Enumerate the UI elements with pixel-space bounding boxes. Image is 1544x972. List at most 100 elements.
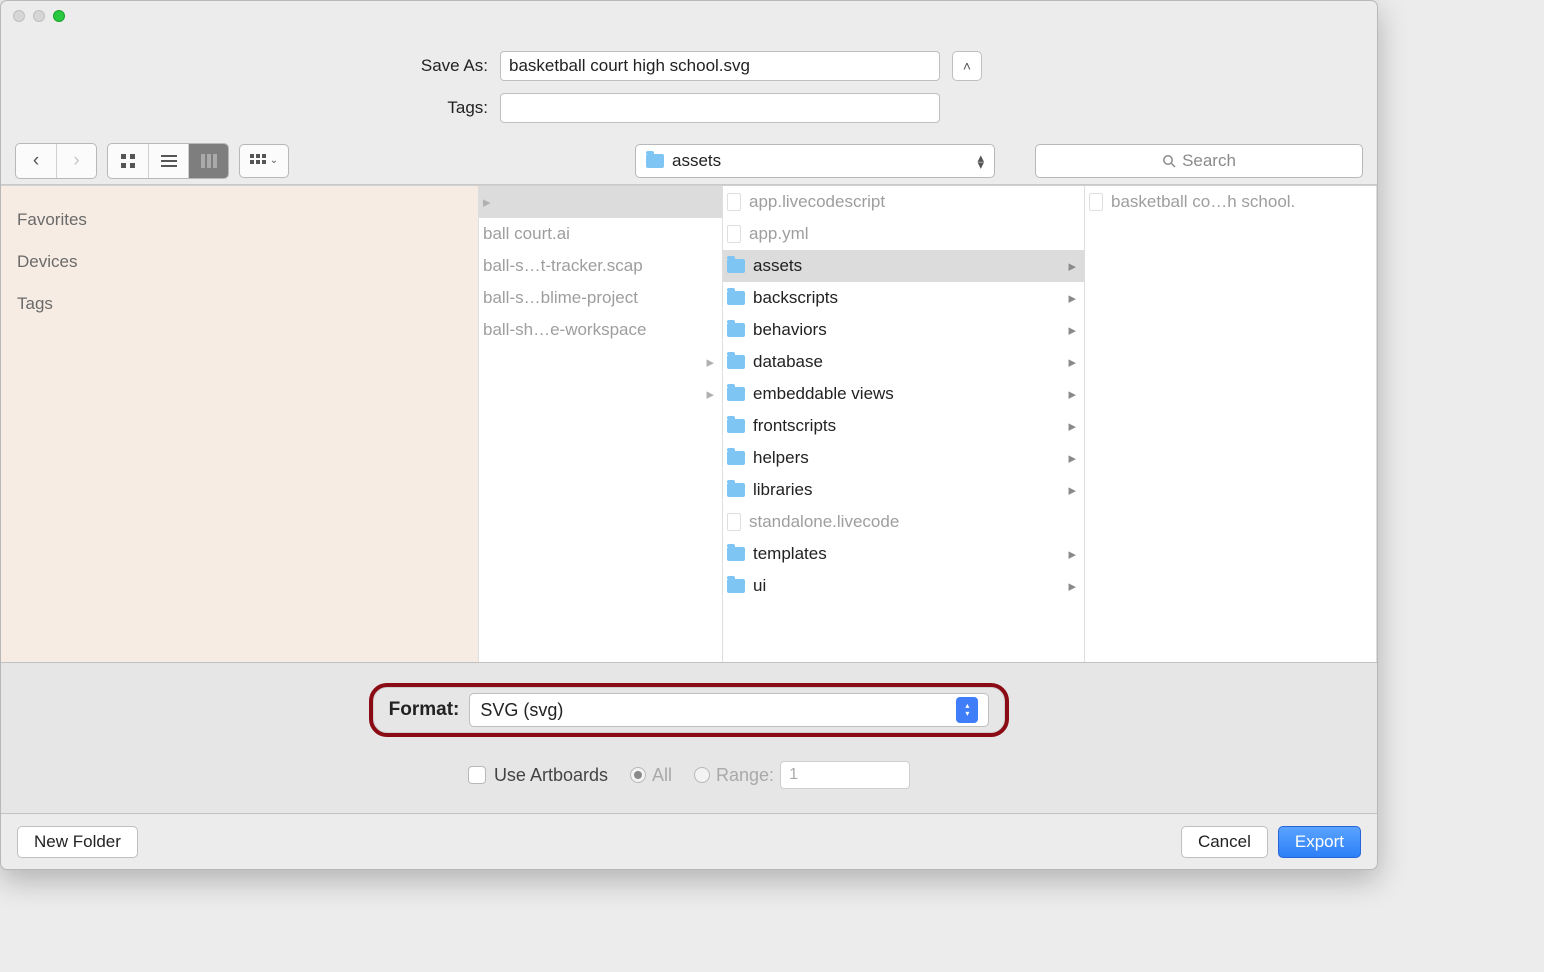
- save-as-label: Save As:: [396, 56, 488, 76]
- list-icon: [161, 153, 177, 169]
- file-row[interactable]: ▸: [479, 346, 722, 378]
- all-radio[interactable]: [630, 767, 646, 783]
- gallery-icon: [250, 154, 266, 168]
- sidebar: Favorites Devices Tags: [1, 186, 479, 662]
- group-dropdown[interactable]: ⌄: [239, 144, 289, 178]
- zoom-icon[interactable]: [53, 10, 65, 22]
- export-button[interactable]: Export: [1278, 826, 1361, 858]
- location-popup[interactable]: assets ▴▾: [635, 144, 995, 178]
- range-label: Range:: [716, 765, 774, 786]
- file-row[interactable]: behaviors▸: [723, 314, 1084, 346]
- icon-view-button[interactable]: [108, 144, 148, 178]
- file-row[interactable]: app.yml: [723, 218, 1084, 250]
- chevron-right-icon: ›: [73, 150, 79, 172]
- file-row[interactable]: backscripts▸: [723, 282, 1084, 314]
- stepper-icon: ▴▾: [956, 697, 978, 723]
- chevron-right-icon: ▸: [1068, 353, 1076, 371]
- file-row[interactable]: helpers▸: [723, 442, 1084, 474]
- range-radio[interactable]: [694, 767, 710, 783]
- sidebar-section-devices[interactable]: Devices: [17, 252, 462, 272]
- chevron-right-icon: ▸: [1068, 289, 1076, 307]
- folder-icon: [727, 323, 745, 337]
- view-switcher: [107, 143, 229, 179]
- folder-icon: [727, 291, 745, 305]
- window-titlebar: [1, 1, 1377, 31]
- folder-icon: [727, 547, 745, 561]
- folder-icon: [727, 259, 745, 273]
- file-row[interactable]: database▸: [723, 346, 1084, 378]
- chevron-down-icon: ⌄: [270, 155, 278, 166]
- format-highlight: Format: SVG (svg) ▴▾: [369, 683, 1009, 737]
- file-row[interactable]: basketball co…h school.: [1085, 186, 1376, 218]
- format-value: SVG (svg): [480, 700, 563, 721]
- search-icon: [1162, 154, 1176, 168]
- all-label: All: [652, 765, 672, 786]
- column-2: app.livecodescript app.yml assets▸ backs…: [723, 186, 1085, 662]
- save-dialog: Save As: ˄ Tags: ‹ ›: [0, 0, 1378, 870]
- folder-icon: [727, 483, 745, 497]
- folder-icon: [727, 355, 745, 369]
- chevron-up-icon: ˄: [963, 58, 971, 74]
- sidebar-section-tags[interactable]: Tags: [17, 294, 462, 314]
- location-name: assets: [672, 151, 721, 171]
- file-row[interactable]: standalone.livecode: [723, 506, 1084, 538]
- cancel-button[interactable]: Cancel: [1181, 826, 1268, 858]
- file-row[interactable]: frontscripts▸: [723, 410, 1084, 442]
- range-input[interactable]: [780, 761, 910, 789]
- file-row[interactable]: ▸: [479, 186, 722, 218]
- file-row[interactable]: assets▸: [723, 250, 1084, 282]
- tags-label: Tags:: [396, 98, 488, 118]
- artboard-options: Use Artboards All Range:: [1, 747, 1377, 803]
- file-row[interactable]: embeddable views▸: [723, 378, 1084, 410]
- use-artboards-checkbox[interactable]: [468, 766, 486, 784]
- chevron-right-icon: ▸: [483, 193, 491, 211]
- close-icon[interactable]: [13, 10, 25, 22]
- minimize-icon[interactable]: [33, 10, 45, 22]
- columns-icon: [201, 153, 217, 169]
- column-1: ▸ ball court.ai ball-s…t-tracker.scap ba…: [479, 186, 723, 662]
- chevron-right-icon: ▸: [1068, 257, 1076, 275]
- folder-icon: [727, 451, 745, 465]
- chevron-right-icon: ▸: [1068, 577, 1076, 595]
- file-row[interactable]: templates▸: [723, 538, 1084, 570]
- chevron-right-icon: ▸: [1068, 321, 1076, 339]
- file-row[interactable]: ui▸: [723, 570, 1084, 602]
- file-row[interactable]: ball court.ai: [479, 218, 722, 250]
- tags-input[interactable]: [500, 93, 940, 123]
- file-row[interactable]: ball-s…t-tracker.scap: [479, 250, 722, 282]
- use-artboards-label: Use Artboards: [494, 765, 608, 786]
- file-row[interactable]: ball-s…blime-project: [479, 282, 722, 314]
- forward-button[interactable]: ›: [56, 144, 96, 178]
- search-input[interactable]: Search: [1035, 144, 1363, 178]
- nav-buttons: ‹ ›: [15, 143, 97, 179]
- file-browser: Favorites Devices Tags ▸ ball court.ai b…: [1, 185, 1377, 662]
- file-row[interactable]: app.livecodescript: [723, 186, 1084, 218]
- stepper-icon: ▴▾: [977, 154, 984, 168]
- chevron-right-icon: ▸: [706, 353, 714, 371]
- file-icon: [727, 225, 741, 243]
- folder-icon: [727, 419, 745, 433]
- chevron-right-icon: ▸: [1068, 449, 1076, 467]
- options-panel: Format: SVG (svg) ▴▾ Use Artboards All R…: [1, 662, 1377, 813]
- chevron-right-icon: ▸: [1068, 385, 1076, 403]
- file-icon: [1089, 193, 1103, 211]
- list-view-button[interactable]: [148, 144, 188, 178]
- file-icon: [727, 513, 741, 531]
- grid-icon: [120, 153, 136, 169]
- file-row[interactable]: ball-sh…e-workspace: [479, 314, 722, 346]
- column-view-button[interactable]: [188, 144, 228, 178]
- collapse-toggle-button[interactable]: ˄: [952, 51, 982, 81]
- file-row[interactable]: libraries▸: [723, 474, 1084, 506]
- back-button[interactable]: ‹: [16, 144, 56, 178]
- save-header: Save As: ˄ Tags:: [1, 31, 1377, 137]
- chevron-right-icon: ▸: [1068, 481, 1076, 499]
- filename-input[interactable]: [500, 51, 940, 81]
- file-row[interactable]: ▸: [479, 378, 722, 410]
- new-folder-button[interactable]: New Folder: [17, 826, 138, 858]
- format-label: Format:: [389, 699, 460, 721]
- search-placeholder: Search: [1182, 151, 1236, 171]
- sidebar-section-favorites[interactable]: Favorites: [17, 210, 462, 230]
- format-select[interactable]: SVG (svg) ▴▾: [469, 693, 989, 727]
- browser-toolbar: ‹ › ⌄ assets ▴▾ Search: [1, 137, 1377, 185]
- folder-icon: [727, 579, 745, 593]
